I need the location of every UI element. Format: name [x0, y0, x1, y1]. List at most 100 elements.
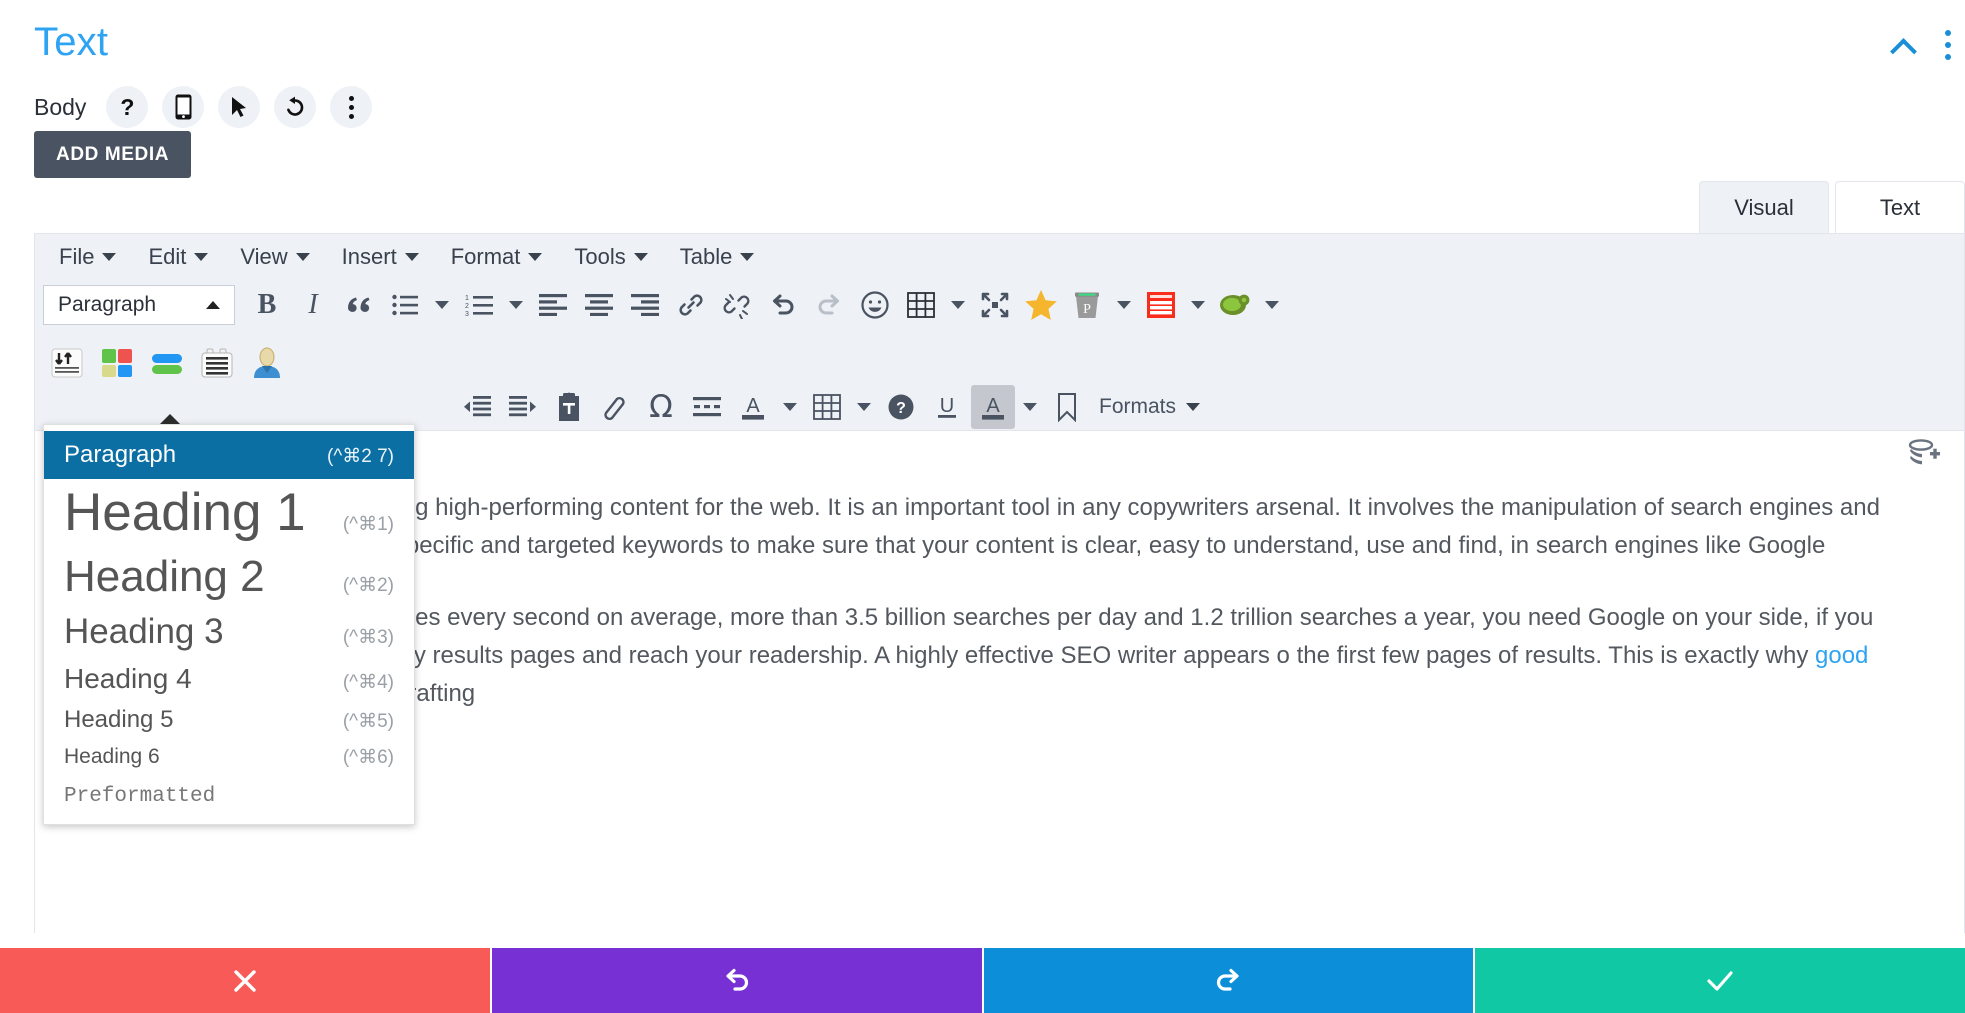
menu-view-label: View: [240, 244, 288, 269]
menu-insert[interactable]: Insert: [328, 240, 433, 274]
discard-button[interactable]: [0, 948, 490, 1013]
editor-toolbar-row-2: [35, 330, 1964, 388]
dropdown-item-label: Heading 6: [64, 744, 160, 768]
color-grid-plugin-icon[interactable]: [97, 344, 137, 382]
kebab-menu-icon[interactable]: [1943, 30, 1953, 60]
add-layer-icon[interactable]: [1908, 439, 1942, 474]
tab-text[interactable]: Text: [1835, 181, 1965, 233]
blockquote-button[interactable]: [337, 283, 381, 327]
green-plugin-button[interactable]: [1213, 283, 1257, 327]
text-color-button[interactable]: A: [731, 385, 775, 429]
svg-text:3: 3: [465, 311, 469, 317]
formats-label: Formats: [1099, 395, 1177, 418]
paypal-button[interactable]: P: [1065, 283, 1109, 327]
tab-visual[interactable]: Visual: [1699, 181, 1829, 233]
undo-history-icon[interactable]: [274, 86, 317, 128]
insert-table-button[interactable]: [899, 283, 943, 327]
header-controls: [1891, 30, 1953, 60]
special-character-button[interactable]: Ω: [639, 385, 683, 429]
dropdown-item-heading-2[interactable]: Heading 2 (^⌘2): [44, 548, 414, 607]
save-button[interactable]: [1475, 948, 1965, 1013]
dropdown-item-label: Paragraph: [64, 441, 177, 468]
dropdown-item-heading-1[interactable]: Heading 1 (^⌘1): [44, 479, 414, 548]
dropdown-item-heading-5[interactable]: Heading 5 (^⌘5): [44, 700, 414, 739]
svg-text:P: P: [1083, 302, 1091, 317]
bullet-list-options-caret[interactable]: [429, 283, 455, 327]
emoticon-button[interactable]: [853, 283, 897, 327]
keyboard-shortcuts-help-button[interactable]: ?: [879, 385, 923, 429]
undo-button[interactable]: [491, 948, 982, 1013]
bullet-list-button[interactable]: [383, 283, 427, 327]
background-color-caret[interactable]: [1017, 385, 1043, 429]
menu-edit[interactable]: Edit: [134, 240, 222, 274]
dropdown-item-preformatted[interactable]: Preformatted: [44, 775, 414, 818]
background-color-button[interactable]: A: [971, 385, 1015, 429]
italic-button[interactable]: I: [291, 283, 335, 327]
dropdown-item-label: Preformatted: [64, 785, 216, 809]
svg-text:A: A: [746, 395, 760, 417]
formats-menu[interactable]: Formats: [1091, 385, 1208, 429]
menu-file[interactable]: File: [45, 240, 130, 274]
editor-mode-tabs: Visual Text: [1699, 181, 1965, 233]
star-shortcode-button[interactable]: [1019, 283, 1063, 327]
menu-view[interactable]: View: [226, 240, 323, 274]
redo-button[interactable]: [807, 283, 851, 327]
help-icon[interactable]: ?: [106, 86, 149, 128]
stacked-bars-plugin-icon[interactable]: [147, 344, 187, 382]
undo-button[interactable]: [761, 283, 805, 327]
redo-button[interactable]: [983, 948, 1474, 1013]
avatar-plugin-icon[interactable]: [247, 344, 287, 382]
table-grid-button[interactable]: [805, 385, 849, 429]
format-select[interactable]: Paragraph: [43, 285, 235, 325]
numbered-list-options-caret[interactable]: [503, 283, 529, 327]
format-dropdown-menu[interactable]: Paragraph (^⌘2 7) Heading 1 (^⌘1) Headin…: [43, 424, 415, 826]
dropdown-item-shortcut: (^⌘6): [342, 746, 394, 768]
align-right-button[interactable]: [623, 283, 667, 327]
more-options-icon[interactable]: [330, 86, 373, 128]
sort-rows-plugin-icon[interactable]: [47, 344, 87, 382]
editor-toolbar-row-1: Paragraph B I 1 2 3 P: [35, 280, 1964, 330]
align-center-button[interactable]: [577, 283, 621, 327]
table-grid-caret[interactable]: [851, 385, 877, 429]
add-media-button[interactable]: ADD MEDIA: [34, 131, 192, 178]
outdent-button[interactable]: [455, 385, 499, 429]
fullscreen-button[interactable]: [973, 283, 1017, 327]
text-color-caret[interactable]: [777, 385, 803, 429]
remove-link-button[interactable]: [715, 283, 759, 327]
lines-panel-plugin-icon[interactable]: [191, 337, 243, 388]
menu-table[interactable]: Table: [666, 240, 769, 274]
eraser-clear-format-button[interactable]: [593, 385, 637, 429]
dropdown-item-label: Heading 1: [64, 483, 306, 542]
dropdown-item-label: Heading 3: [64, 611, 224, 651]
red-form-button[interactable]: [1139, 283, 1183, 327]
menu-tools-label: Tools: [574, 244, 626, 269]
body-label: Body: [34, 93, 87, 120]
dropdown-pointer-arrow: [160, 414, 180, 424]
menu-table-label: Table: [679, 244, 733, 269]
chevron-down-icon: [102, 253, 117, 261]
dropdown-item-heading-3[interactable]: Heading 3 (^⌘3): [44, 607, 414, 657]
indent-button[interactable]: [501, 385, 545, 429]
red-form-caret[interactable]: [1185, 283, 1211, 327]
chevron-up-icon[interactable]: [1891, 32, 1917, 58]
anchor-bookmark-button[interactable]: [1045, 385, 1089, 429]
phone-icon[interactable]: [162, 86, 205, 128]
dropdown-item-shortcut: (^⌘4): [342, 671, 394, 693]
align-left-button[interactable]: [531, 283, 575, 327]
paste-as-text-button[interactable]: [547, 385, 591, 429]
green-plugin-caret[interactable]: [1259, 283, 1285, 327]
underline-button[interactable]: U: [925, 385, 969, 429]
cursor-pointer-icon[interactable]: [218, 86, 261, 128]
numbered-list-button[interactable]: 1 2 3: [457, 283, 501, 327]
insert-table-caret[interactable]: [945, 283, 971, 327]
dropdown-item-heading-4[interactable]: Heading 4 (^⌘4): [44, 657, 414, 700]
menu-format[interactable]: Format: [437, 240, 557, 274]
bold-button[interactable]: B: [245, 283, 289, 327]
insert-link-button[interactable]: [669, 283, 713, 327]
menu-tools[interactable]: Tools: [560, 240, 661, 274]
paypal-caret[interactable]: [1111, 283, 1137, 327]
divi-text-module-editor: Text Body ? ADD MEDIA Visual Text File E…: [0, 0, 1965, 1013]
dropdown-item-paragraph[interactable]: Paragraph (^⌘2 7): [44, 431, 414, 479]
dropdown-item-heading-6[interactable]: Heading 6 (^⌘6): [44, 739, 414, 775]
insert-read-more-button[interactable]: [685, 385, 729, 429]
